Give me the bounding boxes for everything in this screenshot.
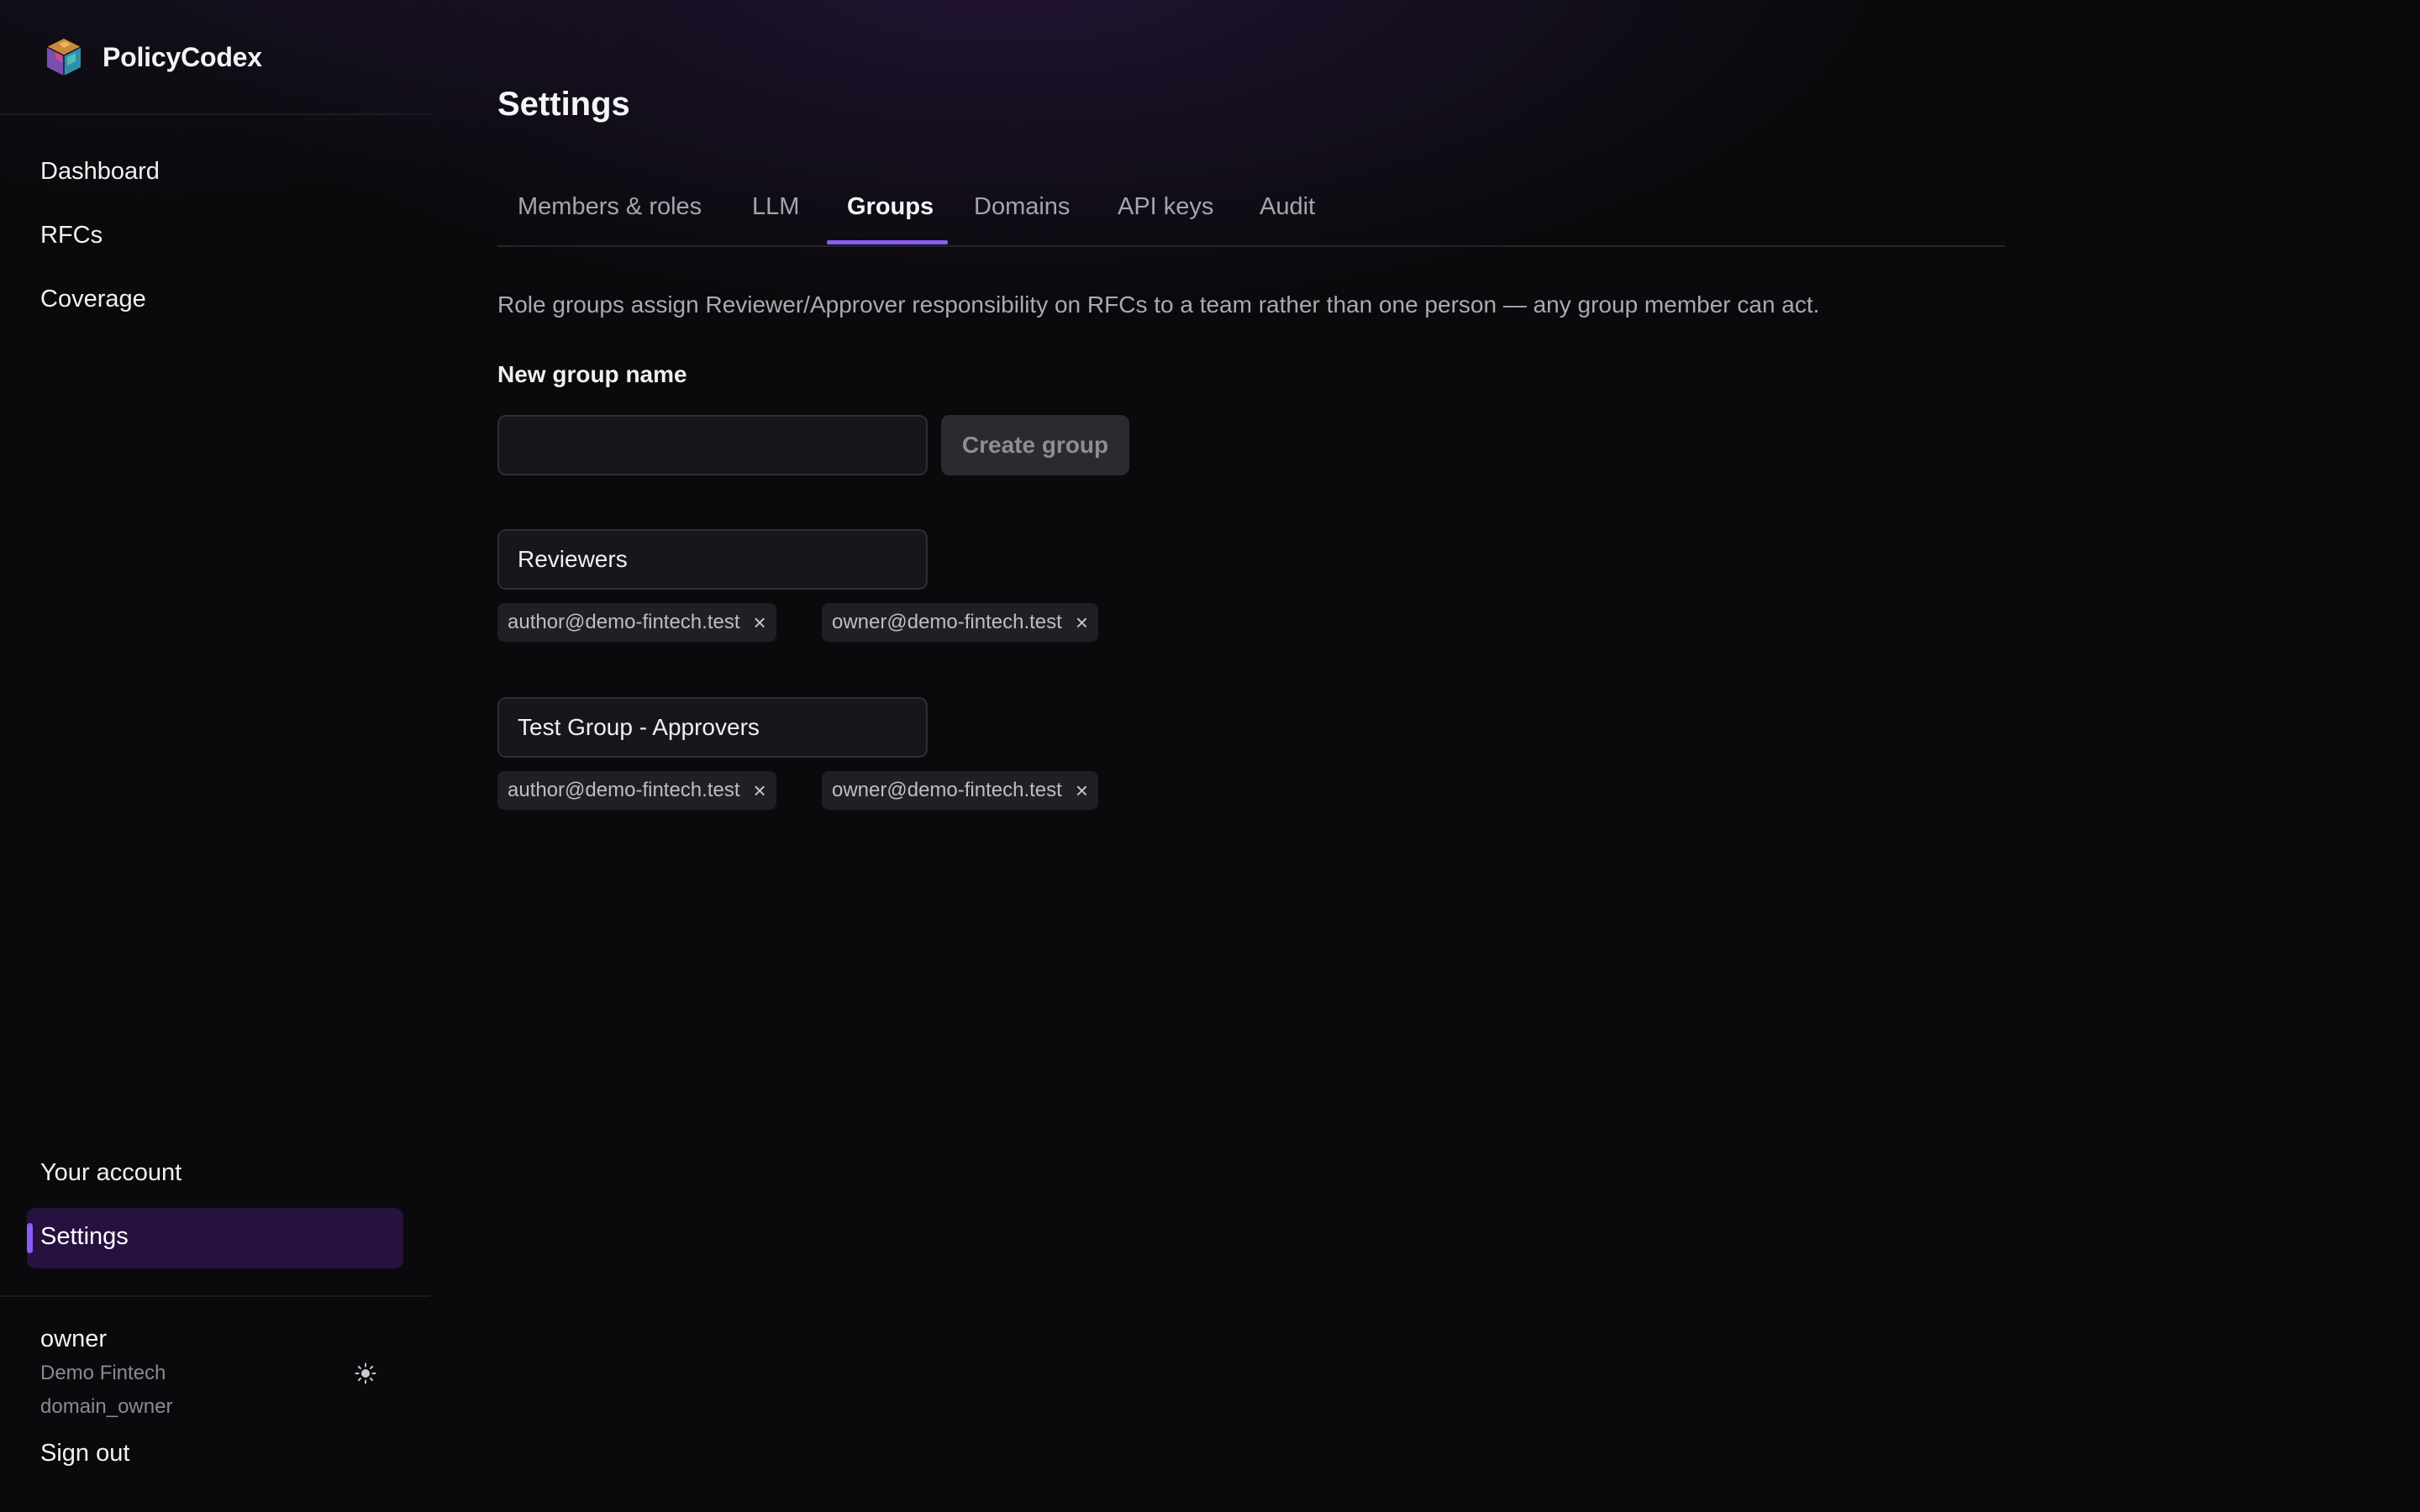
user-name: owner bbox=[40, 1326, 107, 1352]
sidebar: PolicyCodex Dashboard RFCs Coverage Your… bbox=[0, 0, 430, 1512]
active-indicator bbox=[27, 1223, 33, 1253]
remove-member-icon[interactable]: × bbox=[1076, 612, 1088, 633]
member-chip: owner@demo-fintech.test × bbox=[822, 603, 1099, 642]
member-chip: author@demo-fintech.test × bbox=[497, 603, 776, 642]
sidebar-item-dashboard[interactable]: Dashboard bbox=[40, 158, 160, 186]
create-group-button[interactable]: Create group bbox=[941, 415, 1129, 475]
sidebar-divider bbox=[0, 113, 430, 115]
new-group-name-input[interactable] bbox=[497, 415, 928, 475]
remove-member-icon[interactable]: × bbox=[754, 612, 766, 633]
sign-out-link[interactable]: Sign out bbox=[40, 1440, 129, 1467]
tab-members-roles[interactable]: Members & roles bbox=[518, 193, 702, 221]
user-role: domain_owner bbox=[40, 1395, 173, 1418]
sun-icon bbox=[355, 1362, 376, 1384]
member-chip: owner@demo-fintech.test × bbox=[822, 771, 1099, 810]
sidebar-item-settings[interactable]: Settings bbox=[27, 1208, 403, 1268]
brand-name: PolicyCodex bbox=[103, 41, 262, 72]
sidebar-item-label: Settings bbox=[40, 1223, 129, 1250]
group-name-input[interactable] bbox=[497, 529, 928, 590]
user-org: Demo Fintech bbox=[40, 1362, 166, 1384]
sidebar-item-your-account[interactable]: Your account bbox=[40, 1159, 182, 1187]
sidebar-item-rfcs[interactable]: RFCs bbox=[40, 222, 103, 249]
member-email: owner@demo-fintech.test bbox=[832, 779, 1062, 801]
brand[interactable]: PolicyCodex bbox=[40, 32, 262, 82]
page-title: Settings bbox=[497, 86, 630, 123]
tab-api-keys[interactable]: API keys bbox=[1118, 193, 1213, 221]
tab-domains[interactable]: Domains bbox=[974, 193, 1070, 221]
remove-member-icon[interactable]: × bbox=[1076, 780, 1088, 801]
member-email: author@demo-fintech.test bbox=[508, 779, 740, 801]
sidebar-item-coverage[interactable]: Coverage bbox=[40, 286, 146, 313]
groups-description: Role groups assign Reviewer/Approver res… bbox=[497, 291, 1820, 318]
remove-member-icon[interactable]: × bbox=[754, 780, 766, 801]
tab-audit[interactable]: Audit bbox=[1260, 193, 1315, 221]
app-root: PolicyCodex Dashboard RFCs Coverage Your… bbox=[0, 0, 2420, 1512]
settings-tabs: Members & roles LLM Groups Domains API k… bbox=[497, 185, 2005, 247]
sidebar-divider-bottom bbox=[0, 1295, 430, 1297]
new-group-label: New group name bbox=[497, 361, 687, 387]
group-name-input[interactable] bbox=[497, 697, 928, 758]
tab-llm[interactable]: LLM bbox=[752, 193, 799, 221]
member-email: author@demo-fintech.test bbox=[508, 611, 740, 633]
tab-groups[interactable]: Groups bbox=[847, 193, 934, 221]
active-tab-indicator bbox=[827, 240, 948, 244]
theme-toggle-button[interactable] bbox=[351, 1359, 380, 1388]
member-chip: author@demo-fintech.test × bbox=[497, 771, 776, 810]
member-email: owner@demo-fintech.test bbox=[832, 611, 1062, 633]
cube-logo-icon bbox=[46, 39, 82, 76]
